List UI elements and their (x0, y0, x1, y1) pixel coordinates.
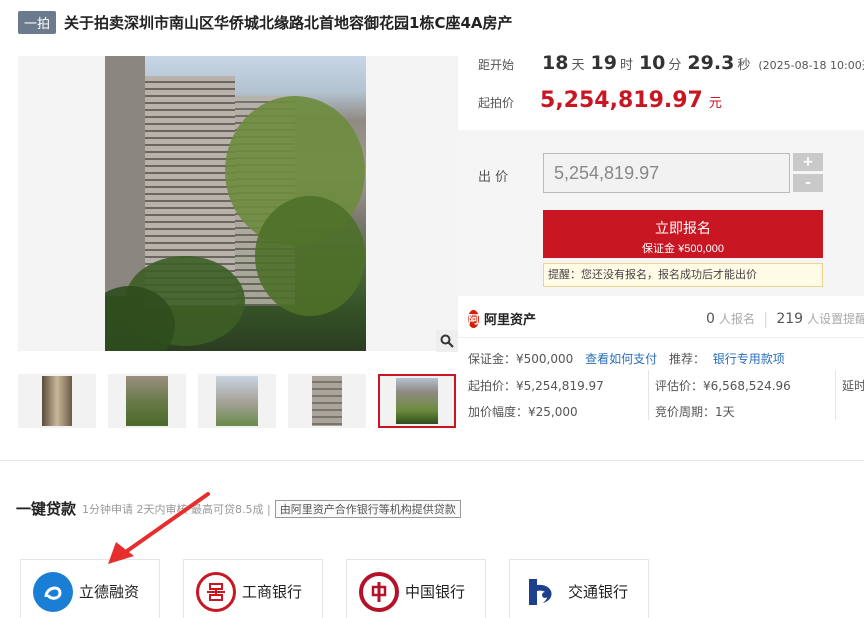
start-price-label: 起拍价 (478, 96, 515, 110)
recommend-label: 推荐： (668, 352, 705, 366)
start-time-note: (2025-08-18 10:00开拍) (758, 59, 864, 72)
detail-start-price: 起拍价：¥5,254,819.97 (468, 379, 604, 393)
bank-payment-link[interactable]: 银行专用款项 (713, 352, 785, 366)
page-title: 关于拍卖深圳市南山区华侨城北缘路北首地容御花园1栋C座4A房产 (64, 13, 513, 32)
zoom-button[interactable] (436, 330, 458, 352)
section-divider (0, 460, 864, 461)
seller-row: 阿 阿里资产 0 人报名 | 219 人设置提醒 (458, 300, 864, 338)
countdown-minutes-unit: 分 (668, 58, 682, 73)
bank-card-boc[interactable]: 中国银行 (346, 559, 486, 618)
countdown-days: 18 (542, 52, 569, 74)
bocom-logo-icon (522, 571, 562, 612)
main-image-viewer[interactable] (18, 56, 458, 352)
countdown-minutes: 10 (638, 52, 666, 74)
bank-name: 交通银行 (568, 583, 629, 601)
bid-decrease-button[interactable]: - (793, 174, 823, 192)
thumbnail[interactable] (288, 374, 366, 428)
thumbnail[interactable] (198, 374, 276, 428)
detail-appraisal: 评估价：¥6,568,524.96 (655, 379, 791, 393)
countdown-hours-unit: 时 (619, 58, 633, 73)
how-to-pay-link[interactable]: 查看如何支付 (585, 352, 657, 366)
reminder-count: 219 (776, 310, 804, 327)
start-price-value: 5,254,819.97 (540, 88, 703, 113)
title-row: 一拍 关于拍卖深圳市南山区华侨城北缘路北首地容御花园1栋C座4A房产 (18, 10, 513, 34)
property-photo (105, 56, 366, 351)
countdown-seconds: 29.3 (687, 52, 735, 74)
bank-name: 工商银行 (242, 583, 303, 601)
start-price-unit: 元 (708, 96, 722, 111)
loan-title: 一键贷款 (16, 500, 77, 518)
detail-increment: 加价幅度：¥25,000 (468, 405, 578, 419)
thumbnail[interactable] (18, 374, 96, 428)
thumbnail[interactable] (108, 374, 186, 428)
bank-card-bocom[interactable]: 交通银行 (509, 559, 649, 618)
detail-cycle: 竞价周期：1天 (655, 405, 735, 419)
countdown-days-unit: 天 (571, 58, 585, 73)
countdown: 距开始 18 天 19 时 10 分 29.3 秒 (2025-08-18 10… (478, 52, 864, 74)
signup-button-label: 立即报名 (655, 219, 711, 236)
boc-logo-icon (359, 571, 399, 612)
ali-assets-logo-icon: 阿 (468, 309, 479, 328)
lide-logo-icon (33, 571, 73, 612)
signup-button[interactable]: 立即报名 保证金 ¥500,000 (543, 210, 823, 258)
icbc-logo-icon (196, 571, 236, 612)
bid-panel: 出 价 + - 立即报名 保证金 ¥500,000 提醒：您还没有报名，报名成功… (458, 130, 864, 296)
magnifier-icon (440, 334, 454, 348)
divider: | (762, 309, 769, 328)
auction-info: 距开始 18 天 19 时 10 分 29.3 秒 (2025-08-18 10… (458, 40, 864, 130)
start-price-row: 起拍价 5,254,819.97 元 (478, 88, 722, 113)
signup-count: 0 (706, 310, 715, 327)
bank-name: 中国银行 (405, 583, 466, 601)
reminder-count-label: 人设置提醒 (807, 312, 864, 326)
auction-round-badge: 一拍 (18, 10, 57, 34)
thumbnail-strip (18, 374, 468, 428)
annotation-arrow-icon (108, 492, 210, 564)
bid-increase-button[interactable]: + (793, 153, 823, 171)
loan-provider-tag: 由阿里资产合作银行等机构提供贷款 (274, 499, 461, 518)
thumbnail-selected[interactable] (378, 374, 456, 428)
seller-name[interactable]: 阿里资产 (484, 309, 536, 328)
deposit-label: 保证金 ¥500,000 (642, 242, 724, 255)
countdown-label: 距开始 (478, 58, 515, 72)
deposit-info: 保证金：¥500,000 (468, 352, 574, 366)
countdown-seconds-unit: 秒 (737, 58, 751, 73)
signup-notice: 提醒：您还没有报名，报名成功后才能出价 (543, 263, 823, 287)
loan-section-header: 一键贷款 1分钟申请 2天内审核 最高可贷8.5成 | 由阿里资产合作银行等机构… (16, 498, 461, 519)
bank-name: 立德融资 (79, 583, 140, 601)
bid-amount-input[interactable] (543, 153, 790, 193)
signup-count-label: 人报名 (718, 312, 755, 326)
bid-label: 出 价 (478, 170, 509, 185)
detail-delay: 延时 (842, 379, 864, 393)
countdown-hours: 19 (590, 52, 617, 74)
